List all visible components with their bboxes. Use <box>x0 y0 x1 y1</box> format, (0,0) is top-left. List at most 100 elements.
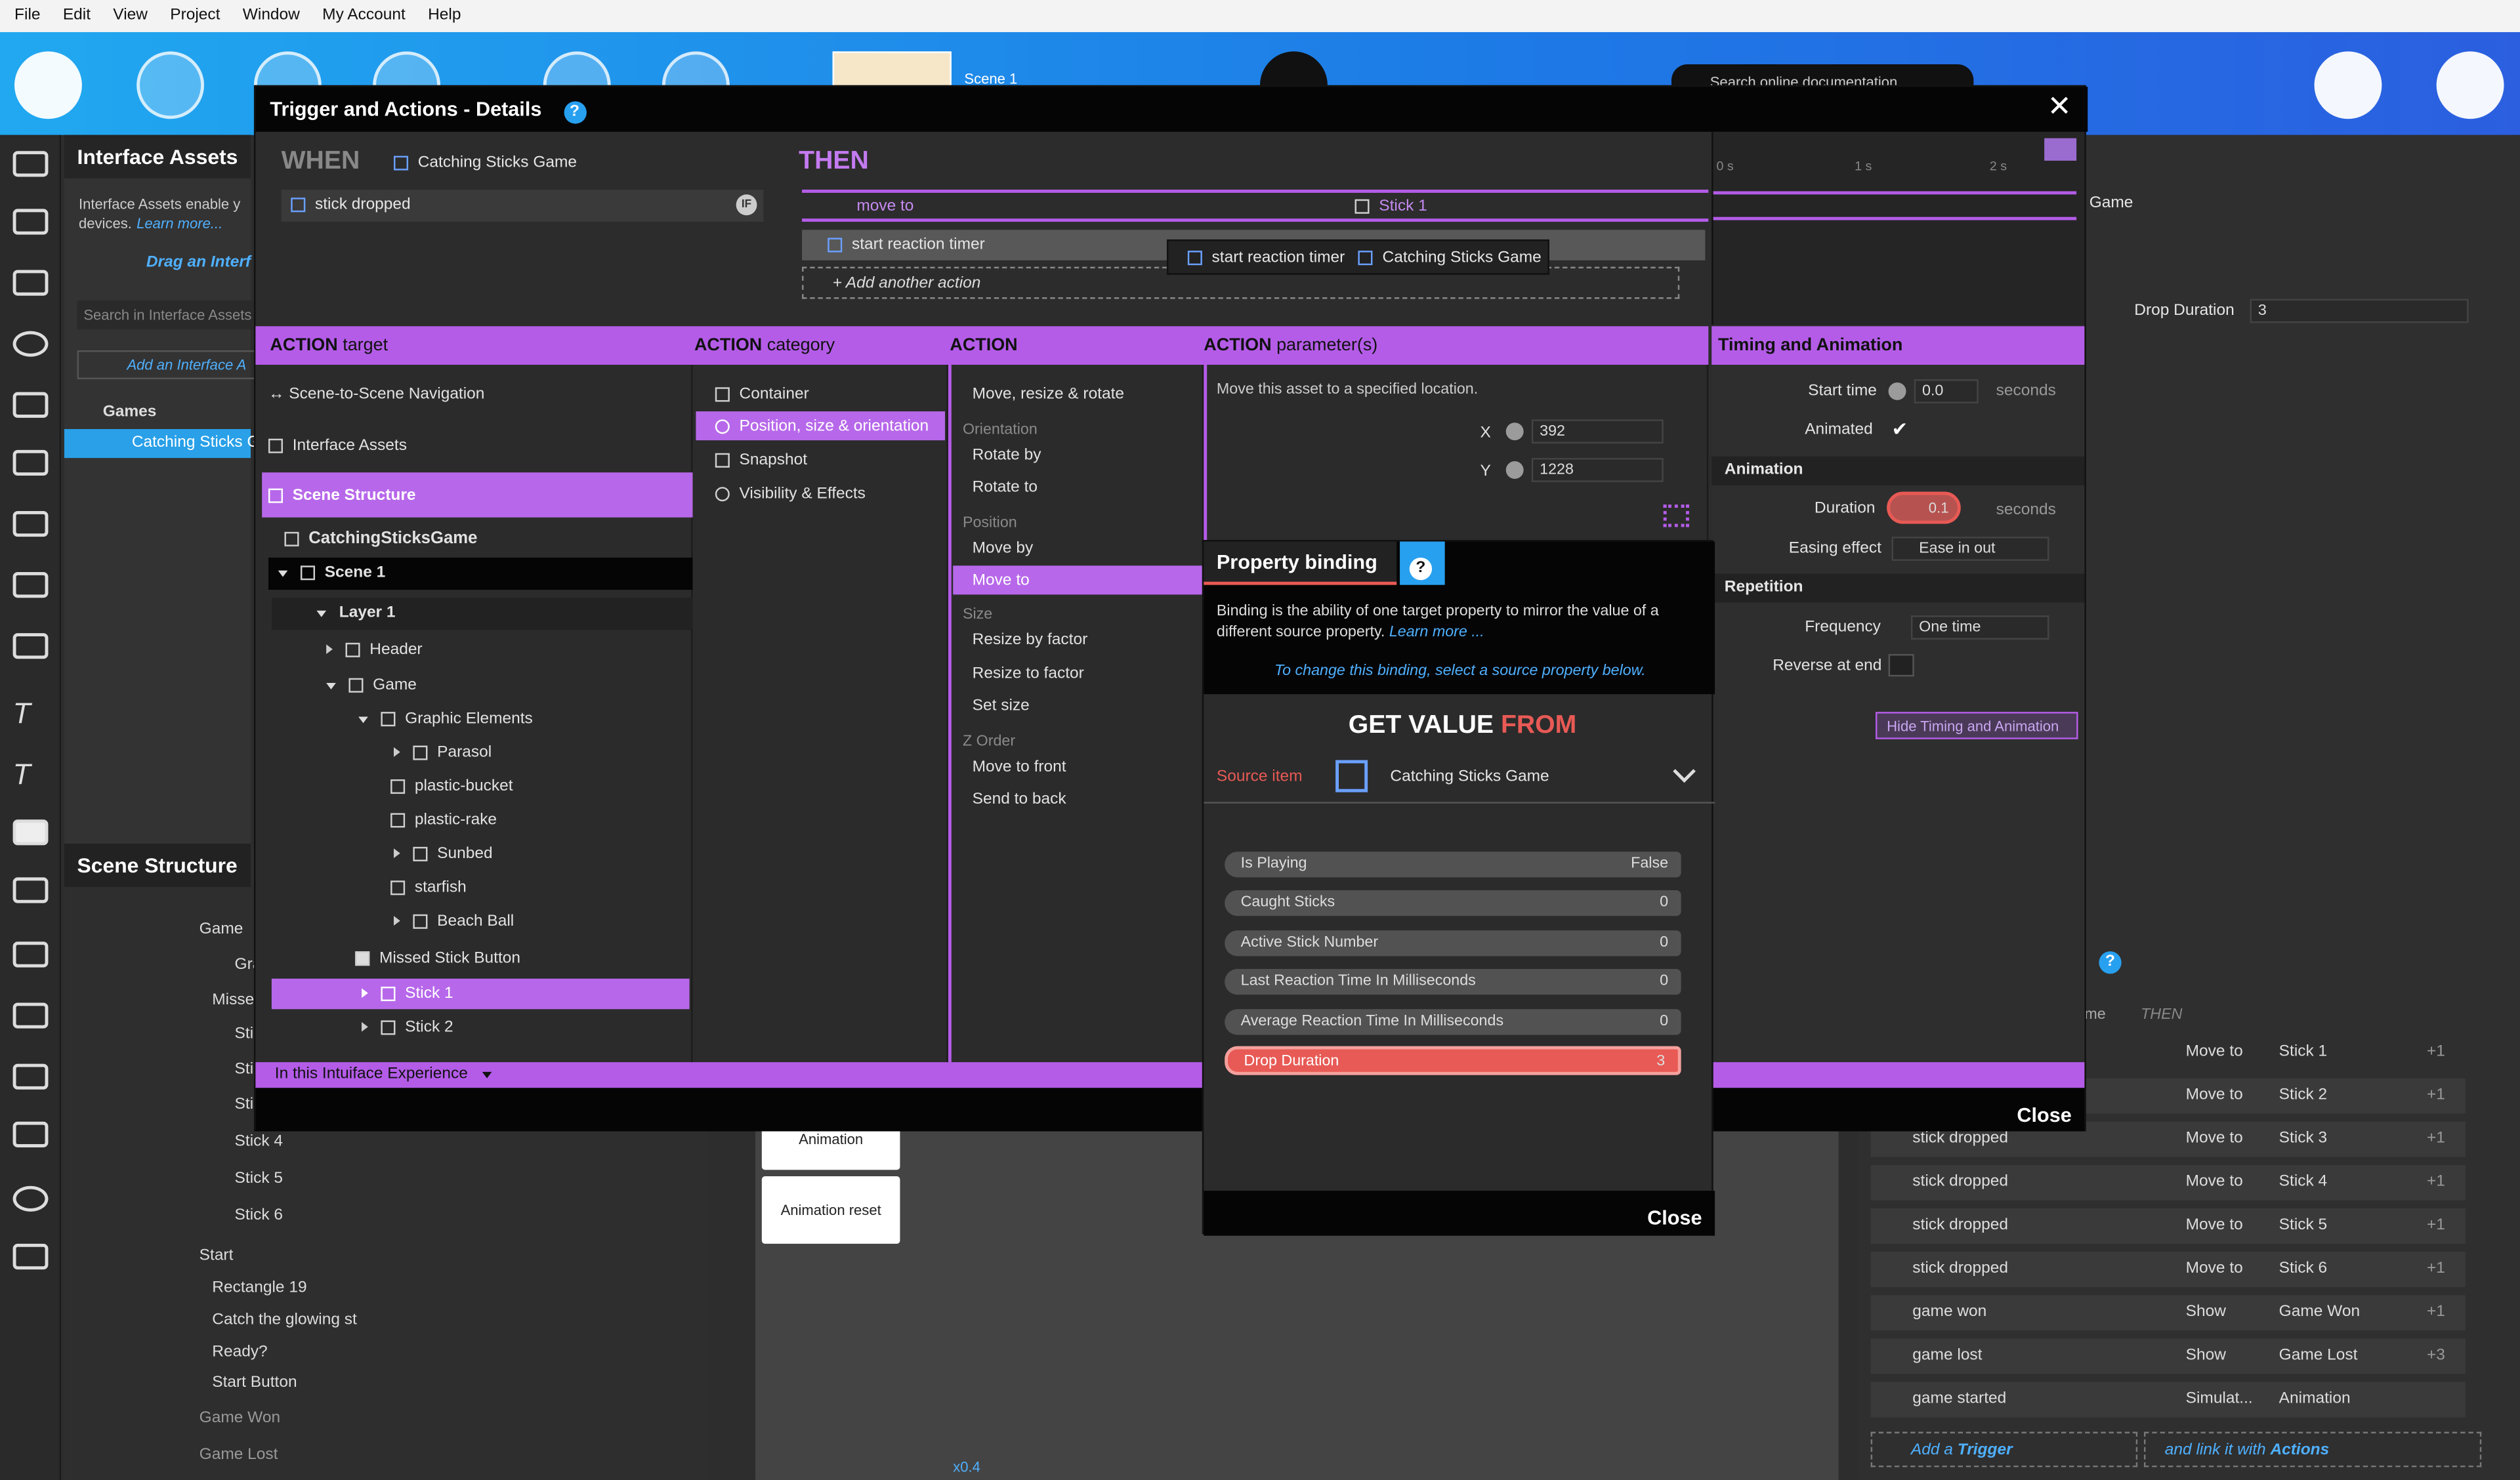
tree-item[interactable]: Game Lost <box>200 1447 278 1464</box>
tree-item[interactable]: Stick 6 <box>235 1207 284 1225</box>
easing-select[interactable]: Ease in out <box>1891 537 2049 561</box>
x-binding-dot[interactable] <box>1505 422 1524 441</box>
menu-view[interactable]: View <box>113 0 148 32</box>
tree-item[interactable]: Misse <box>212 991 254 1009</box>
property-caught-sticks[interactable]: Caught Sticks 0 <box>1225 890 1681 916</box>
start-time-dot[interactable] <box>1888 382 1906 400</box>
action-move-to[interactable]: Move to <box>953 565 1202 595</box>
target-scene-nav[interactable]: ↔ Scene-to-Scene Navigation <box>268 386 484 403</box>
action-rotate-by[interactable]: Rotate by <box>973 447 1041 464</box>
tree-item[interactable]: Stick 4 <box>235 1133 284 1151</box>
tree-item[interactable]: Ready? <box>212 1344 267 1361</box>
tree-item[interactable]: Catch the glowing st <box>212 1311 357 1329</box>
carousel-icon[interactable] <box>12 1121 49 1147</box>
sound-icon[interactable] <box>12 572 49 598</box>
binding-help-icon[interactable]: ? <box>1400 541 1445 585</box>
animation-reset-button[interactable]: Animation reset <box>761 1176 900 1244</box>
start-time-input[interactable]: 0.0 <box>1914 379 1979 403</box>
category-visibility[interactable]: Visibility & Effects <box>715 485 866 503</box>
tree-graphic-elements[interactable]: Graphic Elements <box>358 710 533 728</box>
menu-help[interactable]: Help <box>428 0 461 32</box>
tree-sunbed[interactable]: Sunbed <box>394 845 493 863</box>
animation-button[interactable]: Animation <box>761 1124 900 1170</box>
webcam-icon[interactable] <box>12 331 49 357</box>
image-icon[interactable] <box>12 151 49 177</box>
trigger-list-row[interactable]: game started Simulat... Animation <box>1870 1382 2466 1418</box>
tree-game[interactable]: Game <box>326 676 417 694</box>
ellipse-icon[interactable] <box>12 1185 49 1212</box>
gallery-icon[interactable] <box>12 877 49 903</box>
tree-layer-1[interactable]: Layer 1 <box>271 598 693 630</box>
menu-window[interactable]: Window <box>243 0 300 32</box>
tree-item[interactable]: Sti <box>235 1096 254 1114</box>
tree-root[interactable]: CatchingSticksGame <box>284 529 477 548</box>
trigger-list-row[interactable]: stick dropped Move to Stick 5 +1 <box>1870 1208 2466 1244</box>
catching-sticks-asset[interactable]: Catching Sticks G <box>64 429 259 459</box>
action-row-move-to[interactable]: move to Stick 1 <box>802 190 1709 222</box>
tree-parasol[interactable]: Parasol <box>394 744 492 762</box>
edit-mode-icon[interactable] <box>14 51 82 119</box>
tree-bucket[interactable]: plastic-bucket <box>390 778 513 796</box>
rectangle-icon[interactable] <box>12 1243 49 1270</box>
action-set-size[interactable]: Set size <box>973 697 1030 715</box>
footer-bar[interactable]: In this Intuiface Experience <box>255 1062 2085 1088</box>
target-interface-assets[interactable]: Interface Assets <box>268 437 407 455</box>
tree-item[interactable]: Start Button <box>212 1374 297 1391</box>
scene-icon[interactable] <box>136 51 205 119</box>
tree-item[interactable]: Game Won <box>200 1409 280 1427</box>
help-icon[interactable]: ? <box>2099 945 2122 974</box>
hide-timing-button[interactable]: Hide Timing and Animation <box>1875 712 2078 739</box>
tree-rake[interactable]: plastic-rake <box>390 812 497 829</box>
lightning-icon[interactable] <box>2436 51 2504 119</box>
tree-stick-1[interactable]: Stick 1 <box>271 978 690 1010</box>
send-icon[interactable] <box>12 510 49 537</box>
property-drop-duration[interactable]: Drop Duration 3 <box>1225 1046 1681 1075</box>
property-is-playing[interactable]: Is Playing False <box>1225 852 1681 878</box>
property-active-stick[interactable]: Active Stick Number 0 <box>1225 930 1681 956</box>
html-icon[interactable] <box>12 633 49 659</box>
tree-item[interactable]: Rectangle 19 <box>212 1279 306 1297</box>
timeline-toggle-icon[interactable] <box>2044 138 2077 161</box>
tree-item[interactable]: Game <box>200 921 243 939</box>
games-group[interactable]: Games <box>103 403 157 421</box>
timeline[interactable]: 0 s 1 s 2 s <box>1712 131 2085 325</box>
checkbox-icon[interactable] <box>12 1063 49 1090</box>
duration-input[interactable]: 0.1 <box>1887 491 1961 524</box>
menu-edit[interactable]: Edit <box>63 0 91 32</box>
reverse-checkbox[interactable] <box>1888 653 1914 677</box>
tree-beach-ball[interactable]: Beach Ball <box>394 913 514 930</box>
source-dropdown-icon[interactable] <box>1673 760 1696 783</box>
drop-duration-input[interactable]: 3 <box>2250 298 2469 323</box>
y-binding-dot[interactable] <box>1505 461 1524 479</box>
checklist-icon[interactable] <box>2314 51 2382 119</box>
tree-item[interactable]: Stick 5 <box>235 1170 284 1187</box>
assets-learn-more[interactable]: Learn more... <box>136 215 222 231</box>
binding-close-button[interactable]: Close <box>1204 1191 1715 1236</box>
web-icon[interactable] <box>12 449 49 476</box>
action-resize-to[interactable]: Resize to factor <box>973 665 1084 683</box>
trigger-list-row[interactable]: stick dropped Move to Stick 6 +1 <box>1870 1252 2466 1288</box>
button-icon[interactable] <box>12 819 49 846</box>
tree-scene-1[interactable]: Scene 1 <box>268 557 693 590</box>
tree-starfish[interactable]: starfish <box>390 879 467 897</box>
text-icon[interactable]: T <box>13 697 49 730</box>
menu-my-account[interactable]: My Account <box>322 0 406 32</box>
animated-checkbox[interactable]: ✔ <box>1891 418 1914 440</box>
tree-stick-2[interactable]: Stick 2 <box>362 1019 453 1037</box>
link-actions-button[interactable]: and link it with Actions <box>2143 1431 2482 1468</box>
property-last-reaction[interactable]: Last Reaction Time In Milliseconds 0 <box>1225 969 1681 995</box>
add-trigger-button[interactable]: Add a Trigger <box>1870 1431 2138 1468</box>
trigger-list-row[interactable]: stick dropped Move to Stick 4 +1 <box>1870 1164 2466 1201</box>
tree-missed-button[interactable]: Missed Stick Button <box>355 950 520 968</box>
frequency-select[interactable]: One time <box>1910 615 2049 640</box>
category-position[interactable]: Position, size & orientation <box>696 411 946 441</box>
target-scene-structure[interactable]: Scene Structure <box>262 472 693 518</box>
dialog-close-icon[interactable]: ✕ <box>2048 90 2072 123</box>
toggle-icon[interactable] <box>12 1002 49 1029</box>
dialog-close-button[interactable]: Close <box>255 1088 2085 1132</box>
assets-search-input[interactable]: Search in Interface Assets <box>77 300 257 330</box>
tree-item[interactable]: Start <box>200 1247 234 1265</box>
property-average-reaction[interactable]: Average Reaction Time In Milliseconds 0 <box>1225 1009 1681 1035</box>
tree-item[interactable]: Sti <box>235 1061 254 1079</box>
menu-project[interactable]: Project <box>170 0 220 32</box>
